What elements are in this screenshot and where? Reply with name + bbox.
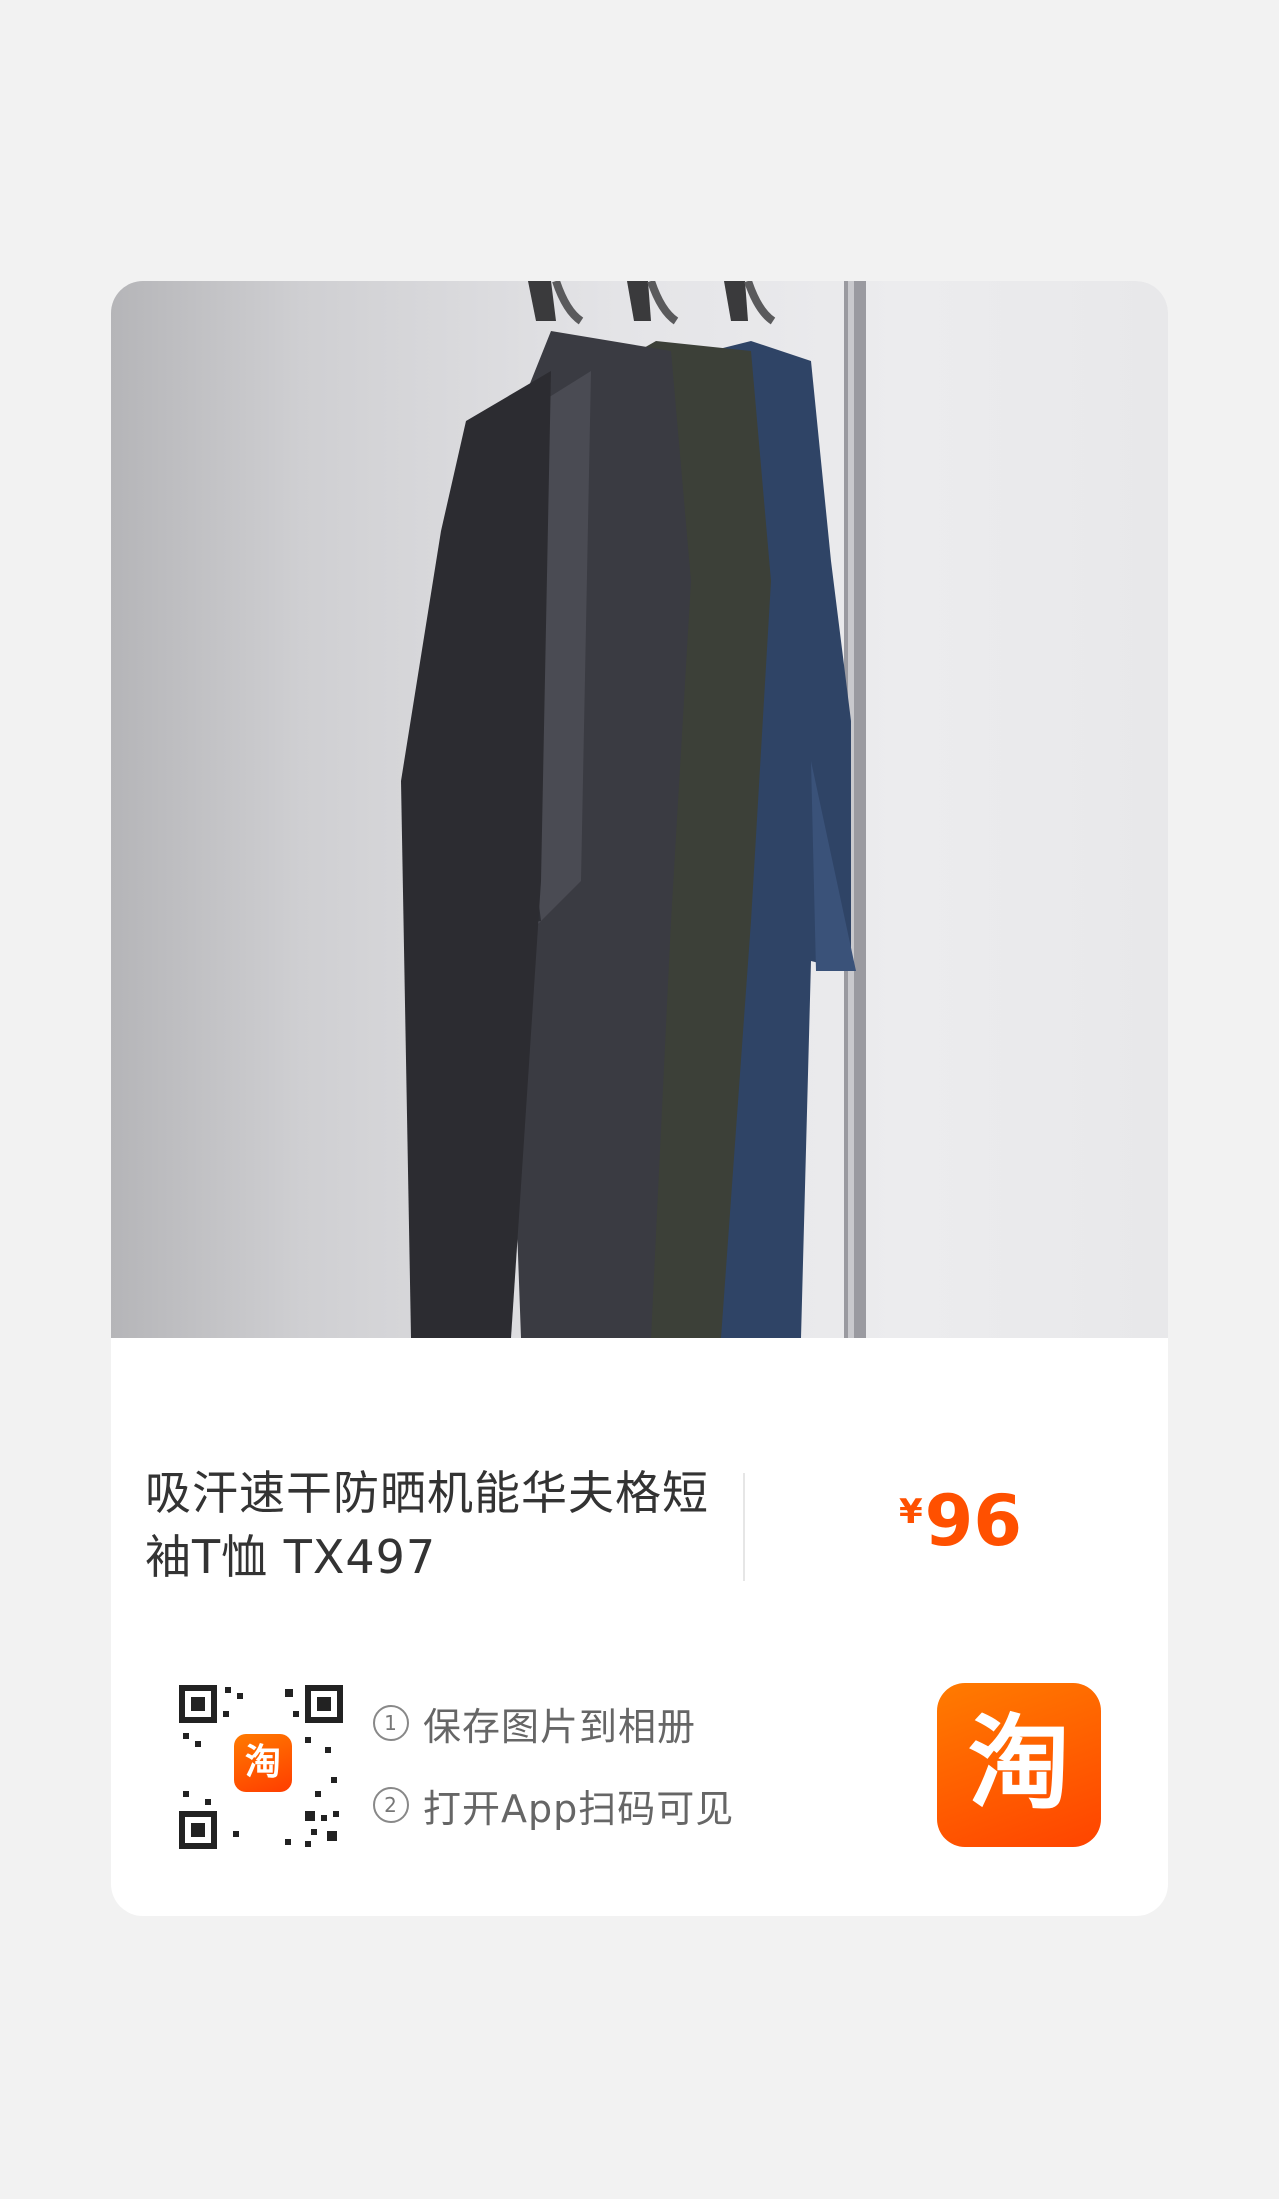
share-card: 吸汗速干防晒机能华夫格短 袖T恤 TX497 ¥96 淘 1 保存图片到相册 2… [111,281,1168,1916]
step-save-text: 保存图片到相册 [423,1704,697,1749]
hanger-3 [724,281,748,321]
scan-instructions: 1 保存图片到相册 2 打开App扫码可见 [373,1699,734,1863]
qr-code[interactable]: 淘 [175,1681,347,1853]
product-title[interactable]: 吸汗速干防晒机能华夫格短 袖T恤 TX497 [145,1461,745,1589]
divider [743,1473,745,1581]
price: ¥96 [899,1486,1022,1556]
step-scan: 2 打开App扫码可见 [373,1781,734,1831]
price-value: 96 [924,1480,1023,1562]
product-title-line2: 袖T恤 TX497 [145,1530,437,1584]
taobao-logo-icon[interactable]: 淘 [937,1683,1101,1847]
qr-center-logo: 淘 [234,1734,292,1792]
product-image[interactable] [111,281,1168,1338]
hanger-2 [627,281,651,321]
step-number-2: 2 [373,1787,409,1823]
hanging-tshirts-illustration [401,281,866,1338]
currency-symbol: ¥ [899,1492,923,1532]
step-scan-text: 打开App扫码可见 [423,1786,735,1831]
hanger-1 [528,281,556,321]
step-save: 1 保存图片到相册 [373,1699,734,1749]
step-number-1: 1 [373,1705,409,1741]
product-title-line1: 吸汗速干防晒机能华夫格短 [145,1466,709,1520]
